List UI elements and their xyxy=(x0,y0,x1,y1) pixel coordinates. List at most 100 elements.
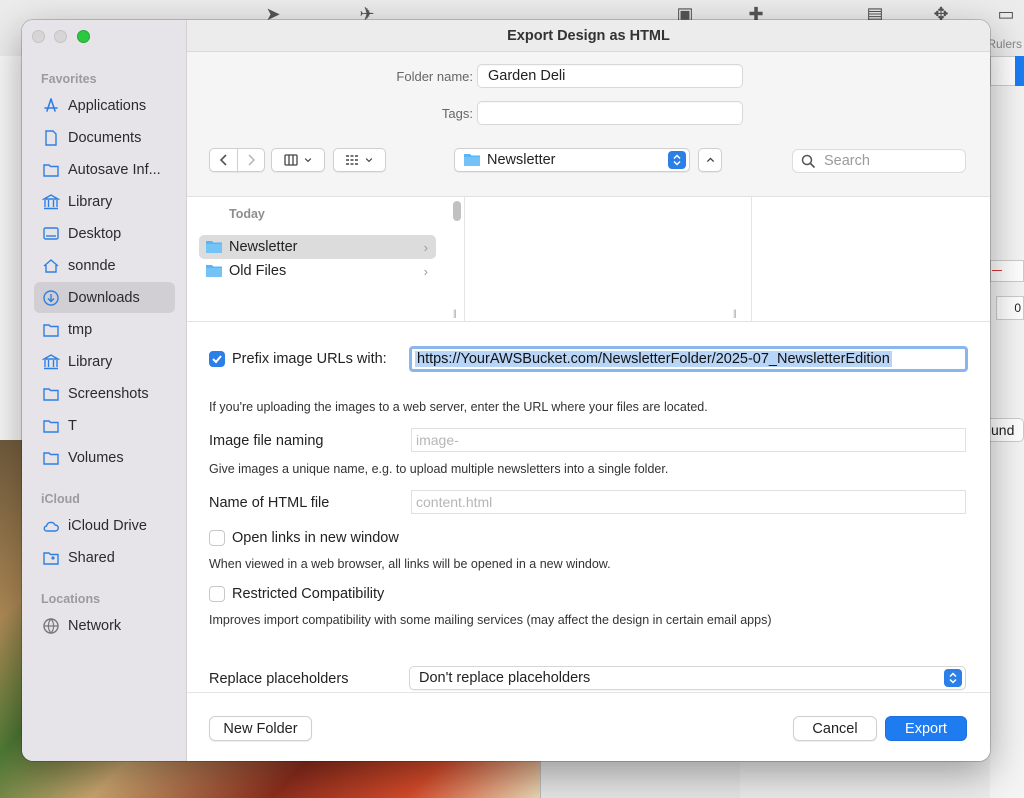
sidebar-item-shared[interactable]: Shared xyxy=(34,542,175,573)
document-icon xyxy=(41,128,61,148)
folder-name-label: Folder name: xyxy=(396,69,473,84)
folder-name-field[interactable]: Garden Deli xyxy=(477,64,743,88)
sidebar-item-volumes[interactable]: Volumes xyxy=(34,442,175,473)
folder-icon xyxy=(41,416,61,436)
sidebar-item-library-2[interactable]: Library xyxy=(34,346,175,377)
stepper-icon xyxy=(668,151,686,169)
prefix-url-input[interactable]: https://YourAWSBucket.com/NewsletterFold… xyxy=(409,346,968,372)
html-name-input[interactable]: content.html xyxy=(411,490,966,514)
list-item[interactable]: Newsletter › xyxy=(199,235,436,259)
search-icon xyxy=(801,154,816,168)
folder-icon xyxy=(41,320,61,340)
sidebar-item-screenshots[interactable]: Screenshots xyxy=(34,378,175,409)
sidebar-section-locations: Locations xyxy=(41,592,101,606)
sidebar-item-label: Screenshots xyxy=(68,385,149,402)
background-select xyxy=(990,260,1024,282)
replace-placeholders-value: Don't replace placeholders xyxy=(419,670,591,686)
sidebar-item-label: Library xyxy=(68,193,113,210)
replace-placeholders-label: Replace placeholders xyxy=(209,671,349,687)
list-item-label: Newsletter xyxy=(229,239,298,255)
folder-icon xyxy=(206,241,222,253)
desktop-icon xyxy=(41,224,61,244)
sidebar-item-label: iCloud Drive xyxy=(68,517,147,534)
image-naming-input[interactable]: image- xyxy=(411,428,966,452)
dialog-footer: New Folder Cancel Export xyxy=(187,692,990,761)
library-icon xyxy=(41,352,61,372)
export-dialog: Favorites Applications Documents Autosav… xyxy=(22,20,990,761)
prefix-urls-checkbox[interactable] xyxy=(209,351,225,367)
library-icon xyxy=(41,192,61,212)
sidebar-item-t[interactable]: T xyxy=(34,410,175,441)
sidebar-item-label: Desktop xyxy=(68,225,122,242)
cloud-icon xyxy=(41,516,61,536)
tags-field[interactable] xyxy=(477,101,743,125)
titlebar: Export Design as HTML xyxy=(187,20,990,52)
cancel-button[interactable]: Cancel xyxy=(793,716,877,741)
view-columns-button[interactable] xyxy=(271,148,325,172)
group-by-button[interactable] xyxy=(333,148,386,172)
sidebar-item-label: Documents xyxy=(68,129,142,146)
background-frame xyxy=(540,760,740,798)
column-resize-handle[interactable]: || xyxy=(453,308,457,318)
list-item[interactable]: Old Files › xyxy=(199,259,436,283)
location-popup[interactable]: Newsletter xyxy=(454,148,690,172)
sidebar-item-applications[interactable]: Applications xyxy=(34,90,175,121)
sidebar-item-label: Shared xyxy=(68,549,115,566)
expand-collapse-button[interactable] xyxy=(698,148,722,172)
open-links-checkbox[interactable] xyxy=(209,530,225,546)
chevron-right-icon: › xyxy=(423,239,428,255)
sidebar-item-network[interactable]: Network xyxy=(34,610,175,641)
sidebar-item-tmp[interactable]: tmp xyxy=(34,314,175,345)
sidebar-section-icloud: iCloud xyxy=(41,492,80,506)
columns-icon xyxy=(283,154,298,166)
folder-icon xyxy=(464,154,480,166)
file-browser: Today Newsletter › Old Files › || || xyxy=(187,196,990,322)
background-input xyxy=(990,56,1016,86)
sidebar-item-label: tmp xyxy=(68,321,93,338)
grid-icon xyxy=(346,155,358,165)
minimize-window-button[interactable] xyxy=(54,30,67,43)
background-button: und xyxy=(986,418,1024,442)
folder-icon xyxy=(41,384,61,404)
sidebar-item-autosave[interactable]: Autosave Inf... xyxy=(34,154,175,185)
stepper-icon xyxy=(944,669,962,687)
sidebar-item-home[interactable]: sonnde xyxy=(34,250,175,281)
open-links-label: Open links in new window xyxy=(232,530,399,546)
close-window-button[interactable] xyxy=(32,30,45,43)
shared-folder-icon xyxy=(41,548,61,568)
restricted-compat-checkbox[interactable] xyxy=(209,586,225,602)
sidebar-section-favorites: Favorites xyxy=(41,72,97,86)
scrollbar-thumb[interactable] xyxy=(453,201,461,221)
browser-column-2: || xyxy=(465,197,752,322)
new-folder-button[interactable]: New Folder xyxy=(209,716,312,741)
prefix-url-value: https://YourAWSBucket.com/NewsletterFold… xyxy=(415,351,892,367)
folder-icon xyxy=(41,160,61,180)
sidebar-item-label: Autosave Inf... xyxy=(68,161,161,178)
search-field[interactable]: Search xyxy=(792,149,966,173)
forward-button[interactable] xyxy=(237,148,265,172)
replace-placeholders-select[interactable]: Don't replace placeholders xyxy=(409,666,966,690)
home-icon xyxy=(41,256,61,276)
globe-icon xyxy=(41,616,61,636)
sidebar-item-label: Network xyxy=(68,617,122,634)
zoom-window-button[interactable] xyxy=(77,30,90,43)
export-button[interactable]: Export xyxy=(885,716,967,741)
dialog-title: Export Design as HTML xyxy=(507,28,670,44)
restricted-compat-help-text: Improves import compatibility with some … xyxy=(209,613,772,627)
image-naming-help-text: Give images a unique name, e.g. to uploa… xyxy=(209,462,669,476)
sidebar-item-icloud-drive[interactable]: iCloud Drive xyxy=(34,510,175,541)
chevron-down-icon xyxy=(304,158,311,163)
folder-icon xyxy=(206,265,222,277)
prefix-help-text: If you're uploading the images to a web … xyxy=(209,400,708,414)
column-resize-handle[interactable]: || xyxy=(733,308,737,318)
chevron-right-icon: › xyxy=(423,263,428,279)
back-button[interactable] xyxy=(209,148,238,172)
sidebar-item-library[interactable]: Library xyxy=(34,186,175,217)
sidebar-item-documents[interactable]: Documents xyxy=(34,122,175,153)
sidebar-item-desktop[interactable]: Desktop xyxy=(34,218,175,249)
list-item-label: Old Files xyxy=(229,263,287,279)
search-placeholder: Search xyxy=(824,153,870,169)
sidebar-item-label: Volumes xyxy=(68,449,124,466)
chevron-left-icon xyxy=(219,154,227,166)
sidebar-item-downloads[interactable]: Downloads xyxy=(34,282,175,313)
